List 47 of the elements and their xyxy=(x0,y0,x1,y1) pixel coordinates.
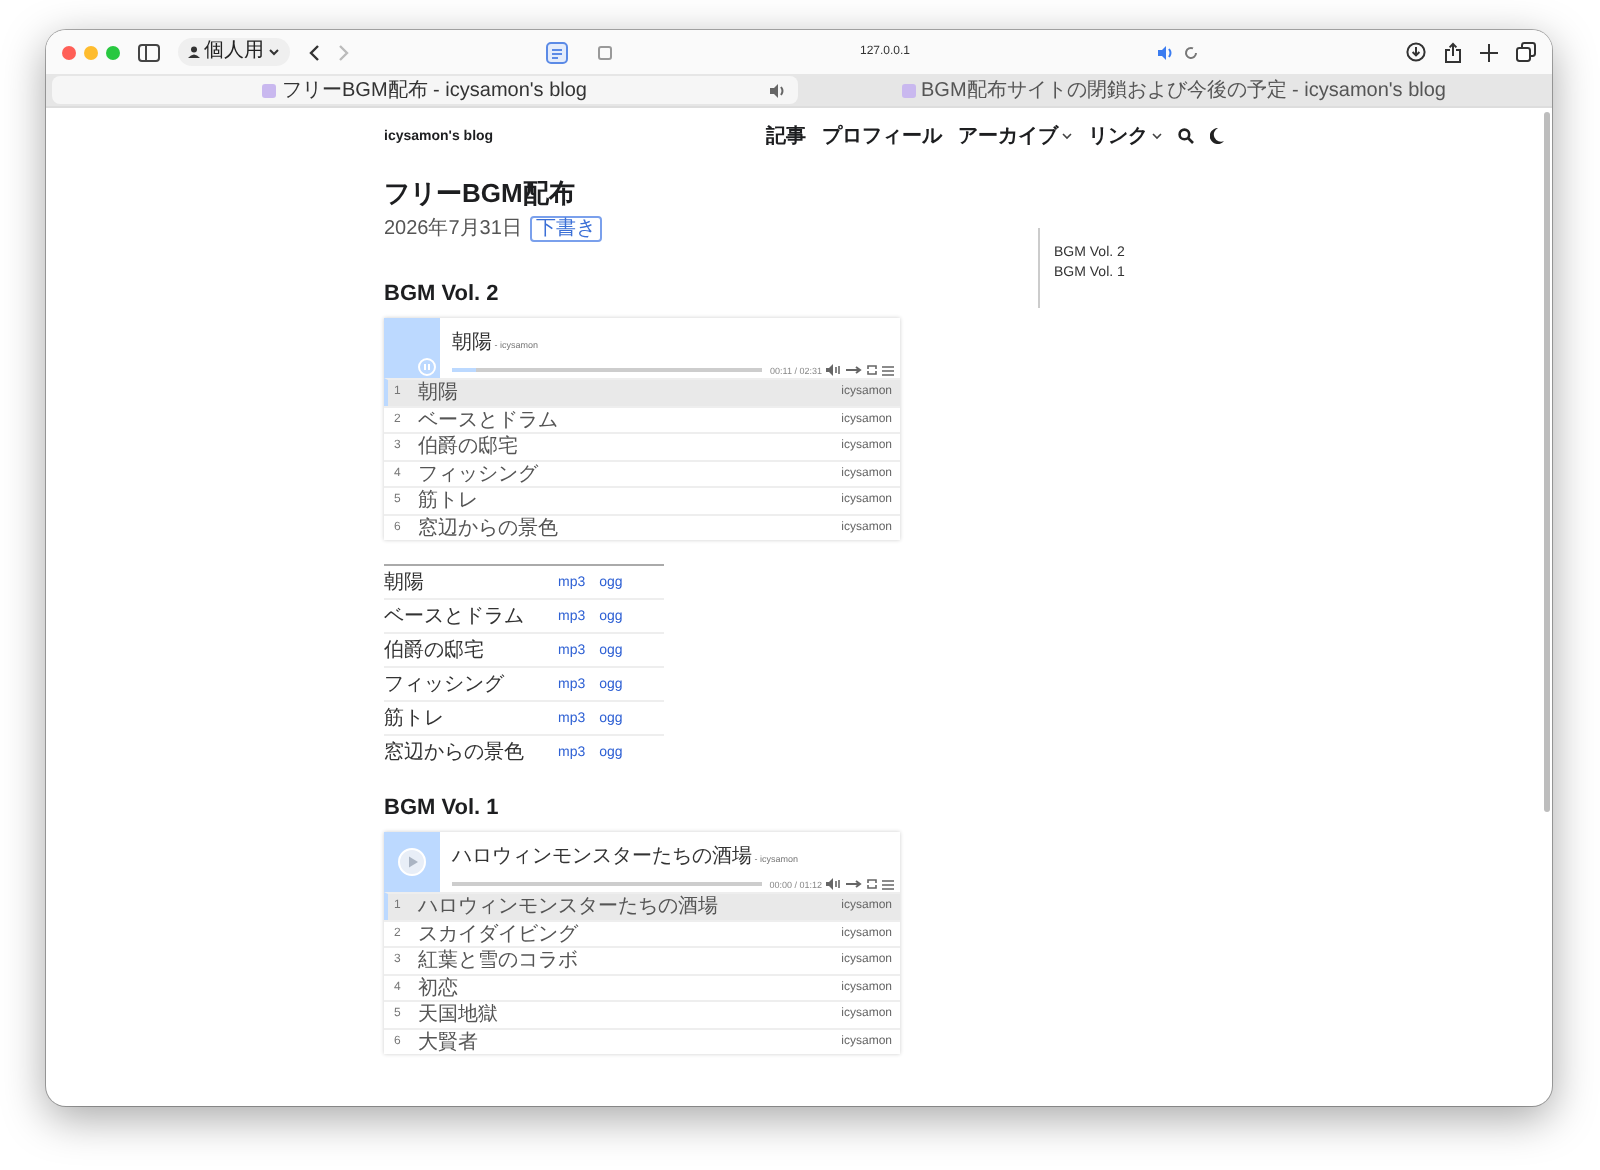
download-icon[interactable] xyxy=(1406,42,1426,62)
nav-link[interactable]: リンク xyxy=(1088,122,1162,150)
section-heading: BGM Vol. 2 xyxy=(384,282,501,306)
browser-tab[interactable]: フリーBGM配布 - icysamon's blog xyxy=(52,76,797,104)
browser-tab[interactable]: BGM配布サイトの閉鎖および今後の予定 - icysamon's blog xyxy=(801,76,1546,104)
draft-badge: 下書き xyxy=(529,215,602,241)
page-icon xyxy=(598,45,612,59)
playlist-icon[interactable] xyxy=(882,365,894,375)
section-heading: BGM Vol. 1 xyxy=(384,796,501,820)
speaker-icon[interactable] xyxy=(769,84,785,98)
track-name: 朝陽 xyxy=(384,569,426,596)
post-title: フリーBGM配布 xyxy=(384,176,577,212)
track-name: ベースとドラム xyxy=(384,604,526,630)
nav-link[interactable]: アーカイブ xyxy=(958,122,1072,150)
volume-icon[interactable] xyxy=(826,364,842,376)
tabs-icon[interactable] xyxy=(1516,42,1536,62)
plus-icon[interactable] xyxy=(1480,43,1498,61)
chevron-icon[interactable] xyxy=(1062,132,1072,140)
profile-button[interactable]: 個人用 xyxy=(178,38,290,66)
track-name: 伯爵の邸宅 xyxy=(384,637,486,664)
moon-icon[interactable] xyxy=(1210,128,1224,144)
share-icon[interactable] xyxy=(1444,41,1462,63)
repeat-icon[interactable] xyxy=(866,878,878,890)
sidebar-icon[interactable] xyxy=(138,43,160,61)
reload-icon[interactable] xyxy=(1184,45,1198,59)
back-icon[interactable] xyxy=(308,43,320,61)
search-icon[interactable] xyxy=(1178,128,1194,144)
chevron-icon[interactable] xyxy=(1152,132,1162,140)
favicon-icon xyxy=(262,83,276,97)
repeat-icon[interactable] xyxy=(866,364,878,376)
scrollbar[interactable] xyxy=(1544,112,1550,812)
arrow-icon[interactable] xyxy=(846,364,862,376)
volume-icon[interactable] xyxy=(826,878,842,890)
nav-link[interactable]: プロフィール xyxy=(822,122,942,150)
person-icon xyxy=(188,46,200,58)
track-name: フィッシング xyxy=(384,672,506,698)
close-icon[interactable] xyxy=(62,45,76,59)
reader-icon[interactable] xyxy=(546,41,568,63)
favicon-icon xyxy=(901,83,915,97)
playlist-icon[interactable] xyxy=(882,879,894,889)
arrow-icon[interactable] xyxy=(846,878,862,890)
nav-link[interactable]: 記事 xyxy=(766,122,806,150)
chevron-icon xyxy=(268,48,280,56)
track-name: 筋トレ xyxy=(384,706,446,732)
post-date: 2026年7月31日 xyxy=(384,216,522,242)
speaker-icon[interactable] xyxy=(1158,45,1174,59)
track-name: 窓辺からの景色 xyxy=(384,739,526,766)
